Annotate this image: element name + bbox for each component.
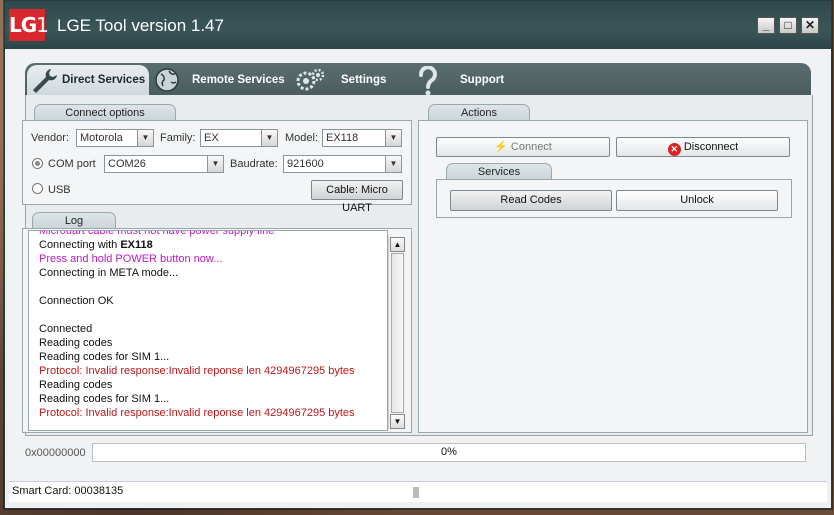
log-line-text: Press and hold POWER button now... [39, 253, 223, 265]
tab-bar: Direct Services Remote Services Settings [25, 63, 811, 96]
disconnect-button[interactable]: ✕ Disconnect [616, 137, 790, 157]
app-logo: LG1 [9, 9, 49, 41]
actions-title: Actions [428, 104, 530, 121]
log-line-text: Protocol: Invalid response:Invalid repon… [39, 365, 355, 377]
app-window: LG1 LGE Tool version 1.47 _ □ ✕ Direct S… [4, 0, 832, 509]
log-line-text: Connecting with [39, 239, 121, 251]
connect-label: Connect [510, 141, 552, 153]
log-line-text: Reading codes for SIM 1... [39, 393, 170, 405]
address-display: 0x00000000 [25, 447, 86, 459]
cable-button[interactable]: Cable: Micro UART [311, 180, 403, 214]
family-select[interactable]: EX ▼ [200, 129, 278, 147]
chevron-down-icon: ▼ [261, 130, 277, 146]
log-line: Press and hold POWER button now... [29, 252, 387, 266]
disconnect-icon: ✕ [667, 143, 681, 156]
com-port-select[interactable]: COM26 ▼ [104, 155, 224, 173]
plug-icon: ⚡ [494, 141, 508, 153]
log-line: Reading codes for SIM 1... [29, 392, 387, 406]
log-line-text: Microuart cable must not have power supp… [39, 230, 275, 237]
com-port-radio[interactable] [32, 158, 43, 169]
log-title: Log [32, 212, 116, 229]
wrench-icon [33, 69, 57, 93]
com-port-label: COM port [48, 158, 96, 170]
tab-label: Support [460, 74, 505, 86]
vendor-value: Motorola [80, 132, 123, 144]
connect-options-title: Connect options [34, 104, 176, 121]
gears-icon [296, 68, 325, 91]
tab-support[interactable]: Support [415, 65, 515, 96]
close-button[interactable]: ✕ [801, 17, 819, 34]
tab-label: Direct Services [62, 74, 146, 86]
tab-settings[interactable]: Settings [293, 65, 403, 95]
log-line-text: Reading codes [39, 337, 113, 349]
question-icon [418, 66, 437, 96]
log-line: Protocol: Invalid response:Invalid repon… [29, 364, 387, 378]
log-output[interactable]: Microuart cable must not have power supp… [28, 230, 388, 431]
smart-card-status: Smart Card: 00038135 [12, 485, 124, 497]
globe-icon [155, 68, 179, 92]
progress-bar: 0% [92, 443, 806, 462]
log-line: Protocol: Invalid response:Invalid repon… [29, 406, 387, 420]
log-line-text: Connecting in META mode... [39, 267, 179, 279]
chevron-down-icon: ▼ [207, 156, 223, 172]
model-select[interactable]: EX118 ▼ [322, 129, 402, 147]
log-line: Reading codes for SIM 1... [29, 350, 387, 364]
title-bar[interactable]: LG1 LGE Tool version 1.47 _ □ ✕ [5, 1, 831, 49]
log-line: Microuart cable must not have power supp… [29, 230, 387, 238]
log-line-text: Connection OK [39, 295, 114, 307]
tab-label: Settings [341, 74, 387, 86]
window-title: LGE Tool version 1.47 [57, 16, 224, 35]
scroll-down-icon[interactable]: ▼ [390, 414, 405, 429]
baudrate-value: 921600 [287, 158, 324, 170]
log-line: Connection OK [29, 294, 387, 308]
read-codes-button[interactable]: Read Codes [450, 190, 612, 211]
family-label: Family: [160, 132, 196, 144]
services-title: Services [446, 163, 552, 180]
progress-text: 0% [441, 446, 457, 458]
status-divider [413, 487, 419, 498]
log-line: Connected [29, 322, 387, 336]
log-line-text: Protocol: Invalid response:Invalid repon… [39, 407, 355, 419]
baudrate-label: Baudrate: [230, 158, 278, 170]
maximize-button[interactable]: □ [779, 17, 797, 34]
log-line-model: EX118 [120, 239, 153, 251]
tab-label: Remote Services [192, 74, 285, 86]
log-line-text: Reading codes [39, 379, 113, 391]
status-bar: Smart Card: 00038135 [9, 481, 827, 502]
log-line: Reading codes [29, 378, 387, 392]
tab-remote-services[interactable]: Remote Services [149, 65, 289, 95]
baudrate-select[interactable]: 921600 ▼ [283, 155, 402, 173]
chevron-down-icon: ▼ [385, 156, 401, 172]
log-lines: Microuart cable must not have power supp… [29, 230, 387, 420]
unlock-button[interactable]: Unlock [616, 190, 778, 211]
model-value: EX118 [326, 132, 359, 144]
minimize-button[interactable]: _ [757, 17, 775, 34]
log-line-text: Connected [39, 323, 93, 335]
log-line: Connecting in META mode... [29, 266, 387, 280]
chevron-down-icon: ▼ [385, 130, 401, 146]
log-line: Reading codes [29, 336, 387, 350]
chevron-down-icon: ▼ [137, 130, 153, 146]
log-scrollbar[interactable]: ▲ ▼ [388, 237, 406, 429]
vendor-label: Vendor: [31, 132, 69, 144]
vendor-select[interactable]: Motorola ▼ [76, 129, 154, 147]
connect-button[interactable]: ⚡ Connect [436, 137, 610, 157]
model-label: Model: [285, 132, 319, 144]
usb-label: USB [48, 184, 71, 196]
usb-radio[interactable] [32, 183, 43, 194]
log-line: Connecting with EX118 [29, 238, 387, 252]
log-line-text: Reading codes for SIM 1... [39, 351, 170, 363]
scroll-thumb[interactable] [391, 253, 404, 413]
scroll-up-icon[interactable]: ▲ [390, 237, 405, 252]
tab-direct-services[interactable]: Direct Services [27, 65, 149, 95]
com-port-value: COM26 [108, 158, 146, 170]
family-value: EX [204, 132, 219, 144]
disconnect-label: Disconnect [683, 141, 739, 153]
